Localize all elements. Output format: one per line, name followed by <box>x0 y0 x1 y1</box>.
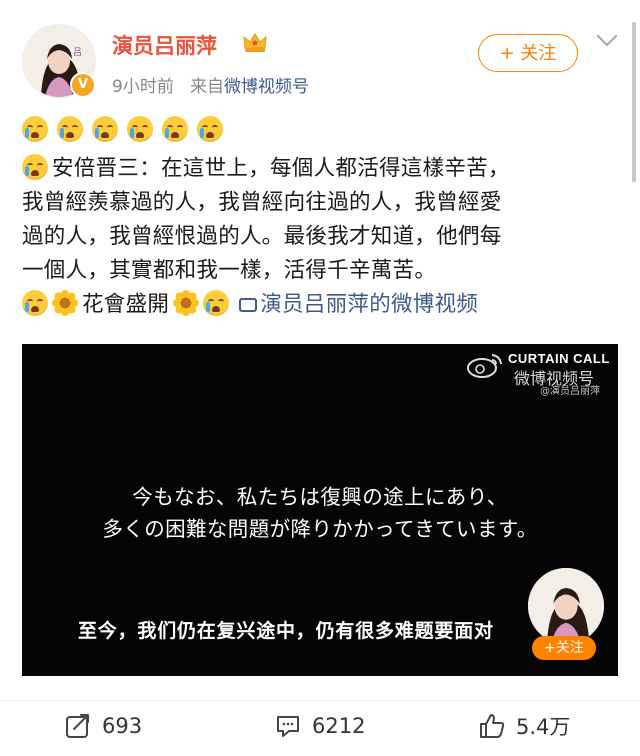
post-line: 過的人，我曾經恨過的人。最後我才知道，他們每 <box>22 224 502 249</box>
scrollbar[interactable] <box>632 22 636 182</box>
comment-button[interactable]: 6212 <box>274 708 365 744</box>
crying-face-icon <box>162 116 189 142</box>
video-author-avatar[interactable] <box>528 568 604 644</box>
chevron-down-icon[interactable] <box>596 34 618 48</box>
sunflower-icon <box>52 290 78 316</box>
like-button[interactable]: 5.4万 <box>478 708 570 744</box>
japanese-subtitle: 今もなお、私たちは復興の途上にあり、 <box>132 485 508 509</box>
crying-face-icon <box>92 116 119 142</box>
chinese-subtitle: 至今，我们仍在复兴途中，仍有很多难题要面对 <box>78 620 494 642</box>
video-link[interactable]: 演员吕丽萍的微博视频 <box>260 292 478 317</box>
share-icon <box>66 714 89 738</box>
post-line: 一個人，其實都和我一樣，活得千辛萬苦。 <box>22 258 437 283</box>
verified-badge-icon: V <box>70 72 96 98</box>
source-prefix: 来自 <box>190 77 225 97</box>
crying-face-icon <box>22 116 48 142</box>
thumbs-up-icon <box>480 714 505 738</box>
post-text: 安倍晋三：在這世上，每個人都活得這樣辛苦， 我曾經羨慕過的人，我曾經向往過的人，… <box>22 152 622 322</box>
flower-text: 花會盛開 <box>82 292 170 317</box>
crying-face-icon <box>127 116 154 142</box>
post-meta: 9小时前 来自微博视频号 <box>112 72 309 97</box>
video-link-icon[interactable] <box>239 298 258 312</box>
post-line: 我曾經羨慕過的人，我曾經向往過的人，我曾經愛 <box>22 190 502 215</box>
video-follow-button[interactable]: +关注 <box>532 636 596 660</box>
username[interactable]: 演员吕丽萍 <box>112 30 217 60</box>
comment-icon <box>277 716 299 737</box>
crying-face-icon <box>22 290 48 316</box>
crying-face-icon <box>203 290 230 316</box>
crown-icon <box>243 33 267 52</box>
divider <box>0 700 640 701</box>
svg-text:吕: 吕 <box>73 47 82 58</box>
post-time: 9小时前 <box>112 77 174 97</box>
crying-face-icon <box>22 154 48 180</box>
comment-count: 6212 <box>312 714 366 738</box>
sunflower-icon <box>173 290 200 316</box>
emoji-row <box>22 116 227 142</box>
weibo-logo-icon <box>467 354 502 378</box>
crying-face-icon <box>197 116 224 142</box>
japanese-subtitle: 多くの困難な問題が降りかかってきています。 <box>102 517 538 541</box>
like-count: 5.4万 <box>516 715 571 739</box>
post-line: 安倍晋三：在這世上，每個人都活得這樣辛苦， <box>52 156 510 181</box>
repost-button[interactable]: 693 <box>64 708 142 744</box>
watermark-handle: @演员吕丽萍 <box>540 386 600 397</box>
repost-count: 693 <box>102 714 143 738</box>
watermark-title: CURTAIN CALL <box>508 351 610 366</box>
crying-face-icon <box>57 116 84 142</box>
follow-button[interactable]: + 关注 <box>478 34 578 72</box>
source-link[interactable]: 微博视频号 <box>224 77 309 97</box>
